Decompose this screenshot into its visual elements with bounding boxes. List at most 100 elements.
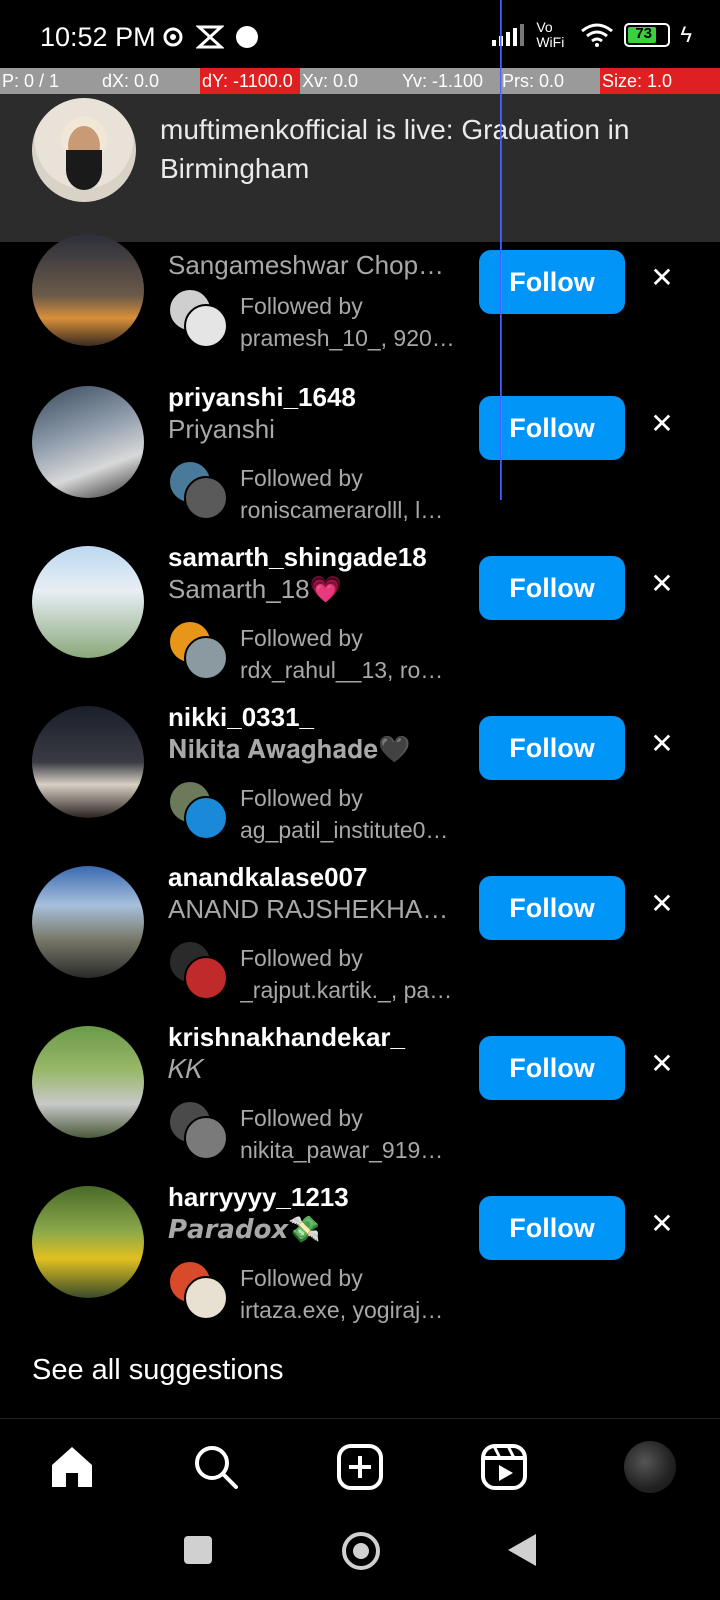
back-icon[interactable] (506, 1532, 538, 1568)
dismiss-icon[interactable]: ✕ (648, 1050, 676, 1078)
profile-picture[interactable] (32, 866, 144, 978)
wifi-icon (581, 23, 614, 47)
suggestion-row[interactable]: Sangameshwar Chop… Followed by pramesh_1… (0, 224, 720, 384)
signal-icon (492, 24, 525, 46)
suggestion-row[interactable]: harryyyy_1213 𝙋𝙖𝙧𝙖𝙙𝙤𝙭💸 Followed by irtaz… (0, 1182, 720, 1346)
suggestion-full-name: Priyanshi (168, 414, 275, 444)
followed-by-text: Followed by irtaza.exe, yogiraj_… (240, 1262, 455, 1326)
profile-picture[interactable] (32, 1026, 144, 1138)
notification-text: muftimenkofficial is live: Graduation in… (160, 114, 630, 184)
follow-button[interactable]: Follow (479, 1196, 625, 1260)
profile-picture[interactable] (32, 706, 144, 818)
debug-pointer: P: 0 / 1 (0, 68, 100, 94)
battery-level: 73 (635, 25, 653, 42)
status-notification-icons (160, 24, 260, 50)
suggestion-row[interactable]: krishnakhandekar_ 𝐾𝐾 Followed by nikita_… (0, 1022, 720, 1186)
followed-by-names: _rajput.kartik._, pa… (240, 977, 453, 1003)
dismiss-icon[interactable]: ✕ (648, 410, 676, 438)
dismiss-icon[interactable]: ✕ (648, 730, 676, 758)
followed-by-names: nikita_pawar_9192… (240, 1137, 455, 1163)
mutual-avatars (168, 620, 228, 680)
followed-by-label: Followed by (240, 785, 363, 811)
followed-by-text: Followed by rdx_rahul__13, roh… (240, 622, 455, 686)
notification-avatar (32, 98, 136, 202)
debug-size: Size: 1.0 (600, 68, 720, 94)
see-all-suggestions-link[interactable]: See all suggestions (32, 1354, 284, 1387)
profile-picture[interactable] (32, 386, 144, 498)
follow-button[interactable]: Follow (479, 556, 625, 620)
followed-by-text: Followed by _rajput.kartik._, pa… (240, 942, 455, 1006)
search-icon[interactable] (192, 1443, 240, 1491)
dismiss-icon[interactable]: ✕ (648, 570, 676, 598)
home-button-icon[interactable] (342, 1532, 380, 1570)
suggestion-full-name: 𝐍𝐢𝐤𝐢𝐭𝐚 𝐀𝐰𝐚𝐠𝐡𝐚𝐝𝐞🖤 (168, 734, 411, 764)
charging-icon: ϟ (680, 22, 692, 47)
suggestion-row[interactable]: nikki_0331_ 𝐍𝐢𝐤𝐢𝐭𝐚 𝐀𝐰𝐚𝐠𝐡𝐚𝐝𝐞🖤 Followed by… (0, 702, 720, 866)
suggestion-row[interactable]: priyanshi_1648 Priyanshi Followed by ron… (0, 382, 720, 546)
dismiss-icon[interactable]: ✕ (648, 1210, 676, 1238)
followed-by-names: roniscamerarolll, l… (240, 497, 444, 523)
profile-picture[interactable] (32, 234, 144, 346)
home-icon[interactable] (48, 1443, 96, 1491)
followed-by-names: rdx_rahul__13, roh… (240, 657, 455, 683)
mutual-avatars (168, 1100, 228, 1160)
followed-by-label: Followed by (240, 1265, 363, 1291)
followed-by-label: Followed by (240, 293, 363, 319)
settings-icon (163, 27, 183, 47)
mutual-avatars (168, 288, 228, 348)
battery-icon: 73 (624, 23, 671, 47)
live-notification-banner[interactable]: muftimenkofficial is live: Graduation in… (0, 94, 720, 242)
status-time: 10:52 PM (40, 22, 156, 52)
dismiss-icon[interactable]: ✕ (648, 264, 676, 292)
bottom-navigation (0, 1418, 720, 1515)
app-notification-icon (196, 25, 224, 49)
suggestion-full-name: 𝙋𝙖𝙧𝙖𝙙𝙤𝙭💸 (168, 1214, 321, 1244)
suggestion-full-name: Sangameshwar Chop… (168, 250, 445, 280)
follow-button[interactable]: Follow (479, 1036, 625, 1100)
debug-yv: Yv: -1.100 (400, 68, 500, 94)
follow-button[interactable]: Follow (479, 716, 625, 780)
suggestion-username[interactable]: priyanshi_1648 (168, 382, 356, 413)
create-post-icon[interactable] (336, 1443, 384, 1491)
debug-prs: Prs: 0.0 (500, 68, 600, 94)
mutual-avatars (168, 940, 228, 1000)
suggestion-username[interactable]: anandkalase007 (168, 862, 367, 893)
pointer-location-overlay: P: 0 / 1 dX: 0.0 dY: -1100.0 Xv: 0.0 Yv:… (0, 68, 720, 94)
suggestion-row[interactable]: samarth_shingade18 Samarth_18💗 Followed … (0, 542, 720, 706)
followed-by-label: Followed by (240, 1105, 363, 1131)
suggestion-username[interactable]: harryyyy_1213 (168, 1182, 349, 1213)
status-bar: 10:52 PM Vo WiFi 73 ϟ (0, 0, 720, 68)
suggestion-row[interactable]: anandkalase007 ANAND RAJSHEKHA… Followed… (0, 862, 720, 1026)
suggestion-full-name: 𝐾𝐾 (168, 1054, 204, 1084)
suggestion-username[interactable]: samarth_shingade18 (168, 542, 427, 573)
followed-by-text: Followed by pramesh_10_, 920… (240, 290, 455, 354)
mutual-avatars (168, 460, 228, 520)
followed-by-label: Followed by (240, 625, 363, 651)
followed-by-text: Followed by ag_patil_institute0… (240, 782, 455, 846)
mutual-avatars (168, 1260, 228, 1320)
follow-button[interactable]: Follow (479, 876, 625, 940)
pointer-trace-line-secondary (501, 0, 502, 500)
followed-by-names: pramesh_10_, 920… (240, 325, 455, 351)
followed-by-names: ag_patil_institute0… (240, 817, 449, 843)
followed-by-label: Followed by (240, 465, 363, 491)
dismiss-icon[interactable]: ✕ (648, 890, 676, 918)
followed-by-label: Followed by (240, 945, 363, 971)
debug-dy: dY: -1100.0 (200, 68, 300, 94)
mutual-avatars (168, 780, 228, 840)
followed-by-text: Followed by roniscamerarolll, l… (240, 462, 455, 526)
reels-icon[interactable] (480, 1443, 528, 1491)
system-navigation-bar (0, 1514, 720, 1600)
profile-picture[interactable] (32, 546, 144, 658)
vowifi-label: Vo WiFi (536, 19, 565, 50)
profile-picture[interactable] (32, 1186, 144, 1298)
suggestion-full-name: Samarth_18💗 (168, 574, 343, 604)
suggestion-username[interactable]: nikki_0331_ (168, 702, 314, 733)
profile-avatar-tab[interactable] (624, 1441, 676, 1493)
status-right-icons: Vo WiFi 73 ϟ (490, 20, 692, 50)
followed-by-text: Followed by nikita_pawar_9192… (240, 1102, 455, 1166)
suggestion-username[interactable]: krishnakhandekar_ (168, 1022, 405, 1053)
recents-icon[interactable] (184, 1536, 212, 1564)
debug-xv: Xv: 0.0 (300, 68, 400, 94)
debug-dx: dX: 0.0 (100, 68, 200, 94)
